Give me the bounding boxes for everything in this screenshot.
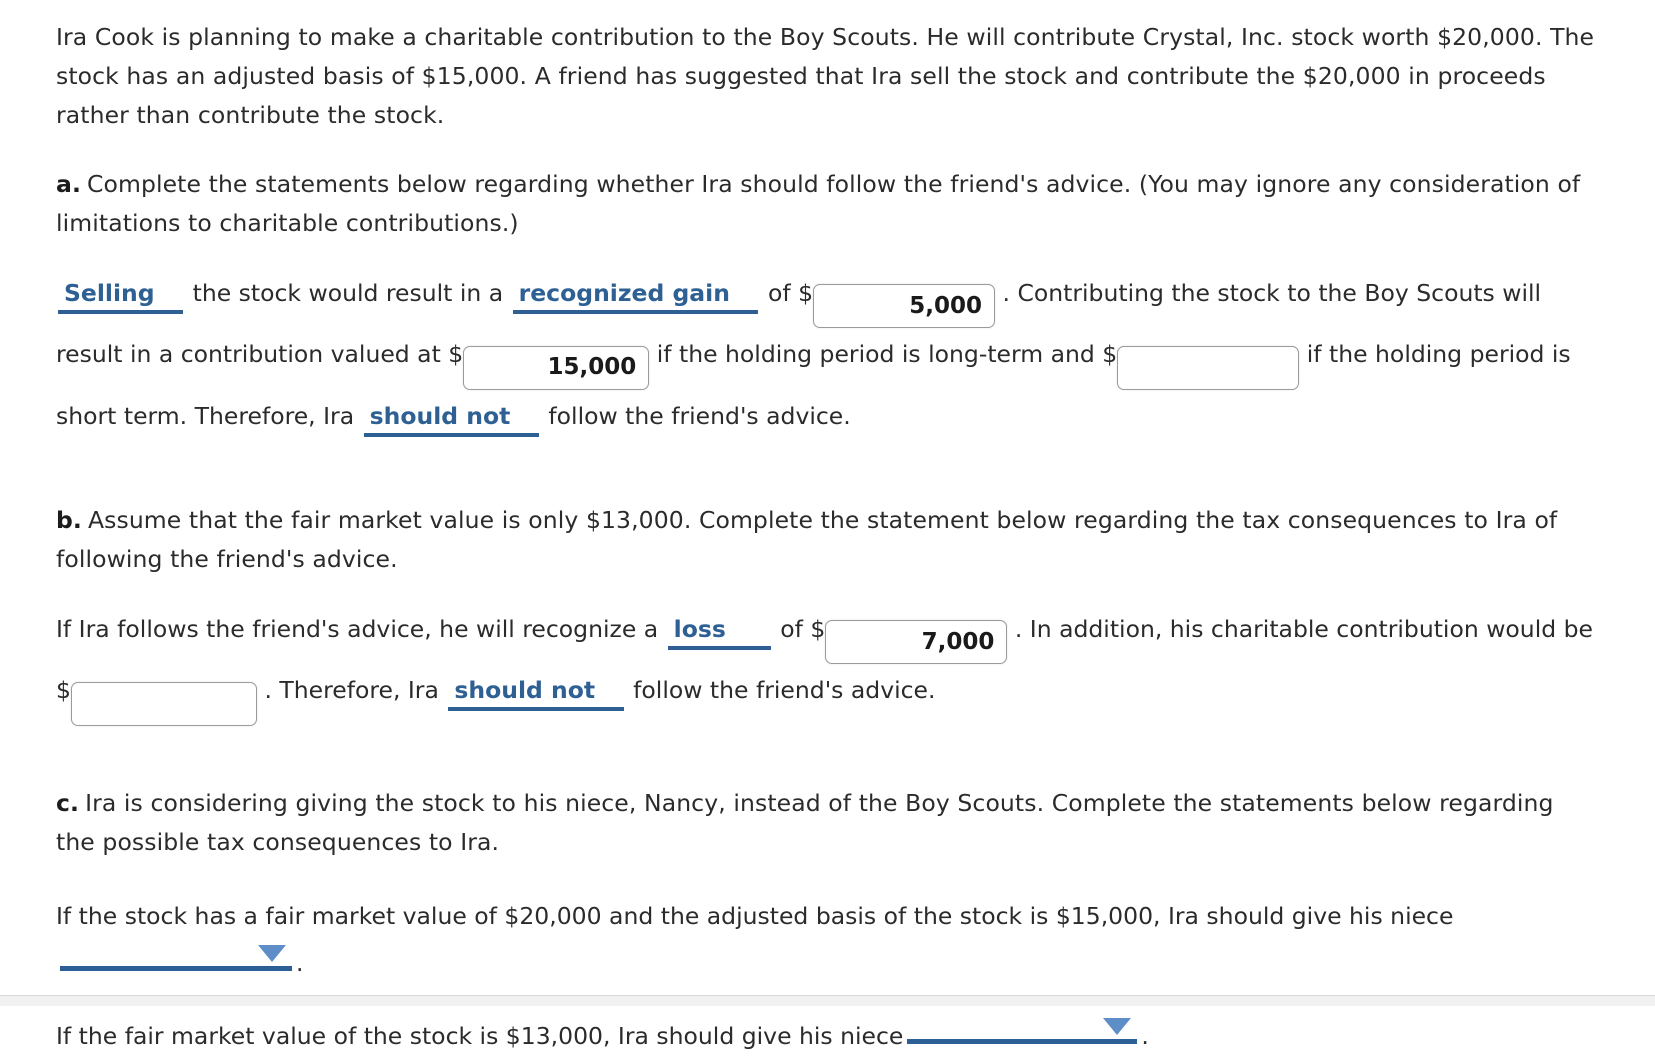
dropdown-result-a[interactable]: recognized gain [512, 278, 759, 314]
dropdown-advice-b[interactable]: should not [448, 675, 624, 711]
dropdown-advice-a-value: should not [369, 401, 511, 430]
part-a-block: a. Complete the statements below regardin… [56, 165, 1595, 443]
page-bottom-edge [0, 995, 1655, 1006]
part-a-text-4: if the holding period is long-term and $ [656, 340, 1118, 368]
part-c-line-1-text: If the stock has a fair market value of … [56, 901, 1454, 930]
dropdown-result-b-value: loss [673, 614, 726, 643]
part-a-label: a. [56, 170, 81, 198]
dropdown-advice-b-value: should not [454, 676, 596, 704]
part-a-prompt: a. Complete the statements below regardin… [56, 165, 1595, 243]
input-recognized-loss[interactable] [825, 620, 1008, 664]
part-b-text-4: . Therefore, Ira [264, 676, 439, 704]
part-b-statement: If Ira follows the friend's advice, he w… [56, 603, 1595, 726]
part-c-prompt-text: Ira is considering giving the stock to h… [56, 788, 1554, 856]
dropdown-niece-gift-lowvalue[interactable] [907, 1009, 1138, 1044]
input-charitable-contribution[interactable] [70, 681, 257, 726]
part-a-text-1: the stock would result in a [192, 278, 504, 307]
dropdown-result-a-value: recognized gain [518, 278, 730, 307]
part-b-label: b. [56, 505, 82, 534]
part-c-prompt: c. Ira is considering giving the stock to… [56, 784, 1595, 862]
chevron-down-icon [258, 944, 286, 962]
dropdown-niece-gift-highvalue[interactable] [60, 936, 292, 971]
part-c-label: c. [56, 788, 80, 817]
part-c-block: c. Ira is considering giving the stock to… [56, 784, 1595, 1056]
part-a-statement: Selling the stock would result in a reco… [56, 267, 1595, 443]
part-b-text-2: of $ [780, 614, 826, 643]
input-recognized-gain[interactable] [813, 284, 996, 328]
part-c-line-2-suffix: . [1141, 1021, 1149, 1050]
part-a-text-2: of $ [767, 278, 814, 307]
part-a-text-6: follow the friend's advice. [548, 401, 851, 430]
input-contribution-long-term[interactable] [463, 345, 650, 390]
part-c-line-1: If the stock has a fair market value of … [56, 896, 1595, 983]
part-c-line-1-suffix: . [296, 948, 304, 977]
dropdown-advice-a[interactable]: should not [363, 401, 539, 437]
dropdown-action-a[interactable]: Selling [58, 278, 184, 314]
part-c-line-2: If the fair market value of the stock is… [56, 1009, 1595, 1056]
part-b-prompt-text: Assume that the fair market value is onl… [56, 505, 1558, 573]
part-b-text-5: follow the friend's advice. [633, 676, 936, 704]
dropdown-result-b[interactable]: loss [667, 614, 771, 650]
part-c-line-2-text: If the fair market value of the stock is… [56, 1021, 904, 1050]
part-b-text-1: If Ira follows the friend's advice, he w… [56, 614, 659, 643]
part-b-prompt: b. Assume that the fair market value is o… [56, 501, 1595, 579]
part-a-prompt-text: Complete the statements below regarding … [56, 170, 1581, 237]
problem-intro: Ira Cook is planning to make a charitabl… [56, 23, 1595, 129]
chevron-down-icon [1103, 1017, 1132, 1035]
part-b-block: b. Assume that the fair market value is o… [56, 501, 1595, 726]
input-contribution-short-term[interactable] [1117, 345, 1300, 390]
dropdown-action-a-value: Selling [64, 278, 155, 307]
worksheet-page: Ira Cook is planning to make a charitabl… [0, 0, 1655, 1050]
